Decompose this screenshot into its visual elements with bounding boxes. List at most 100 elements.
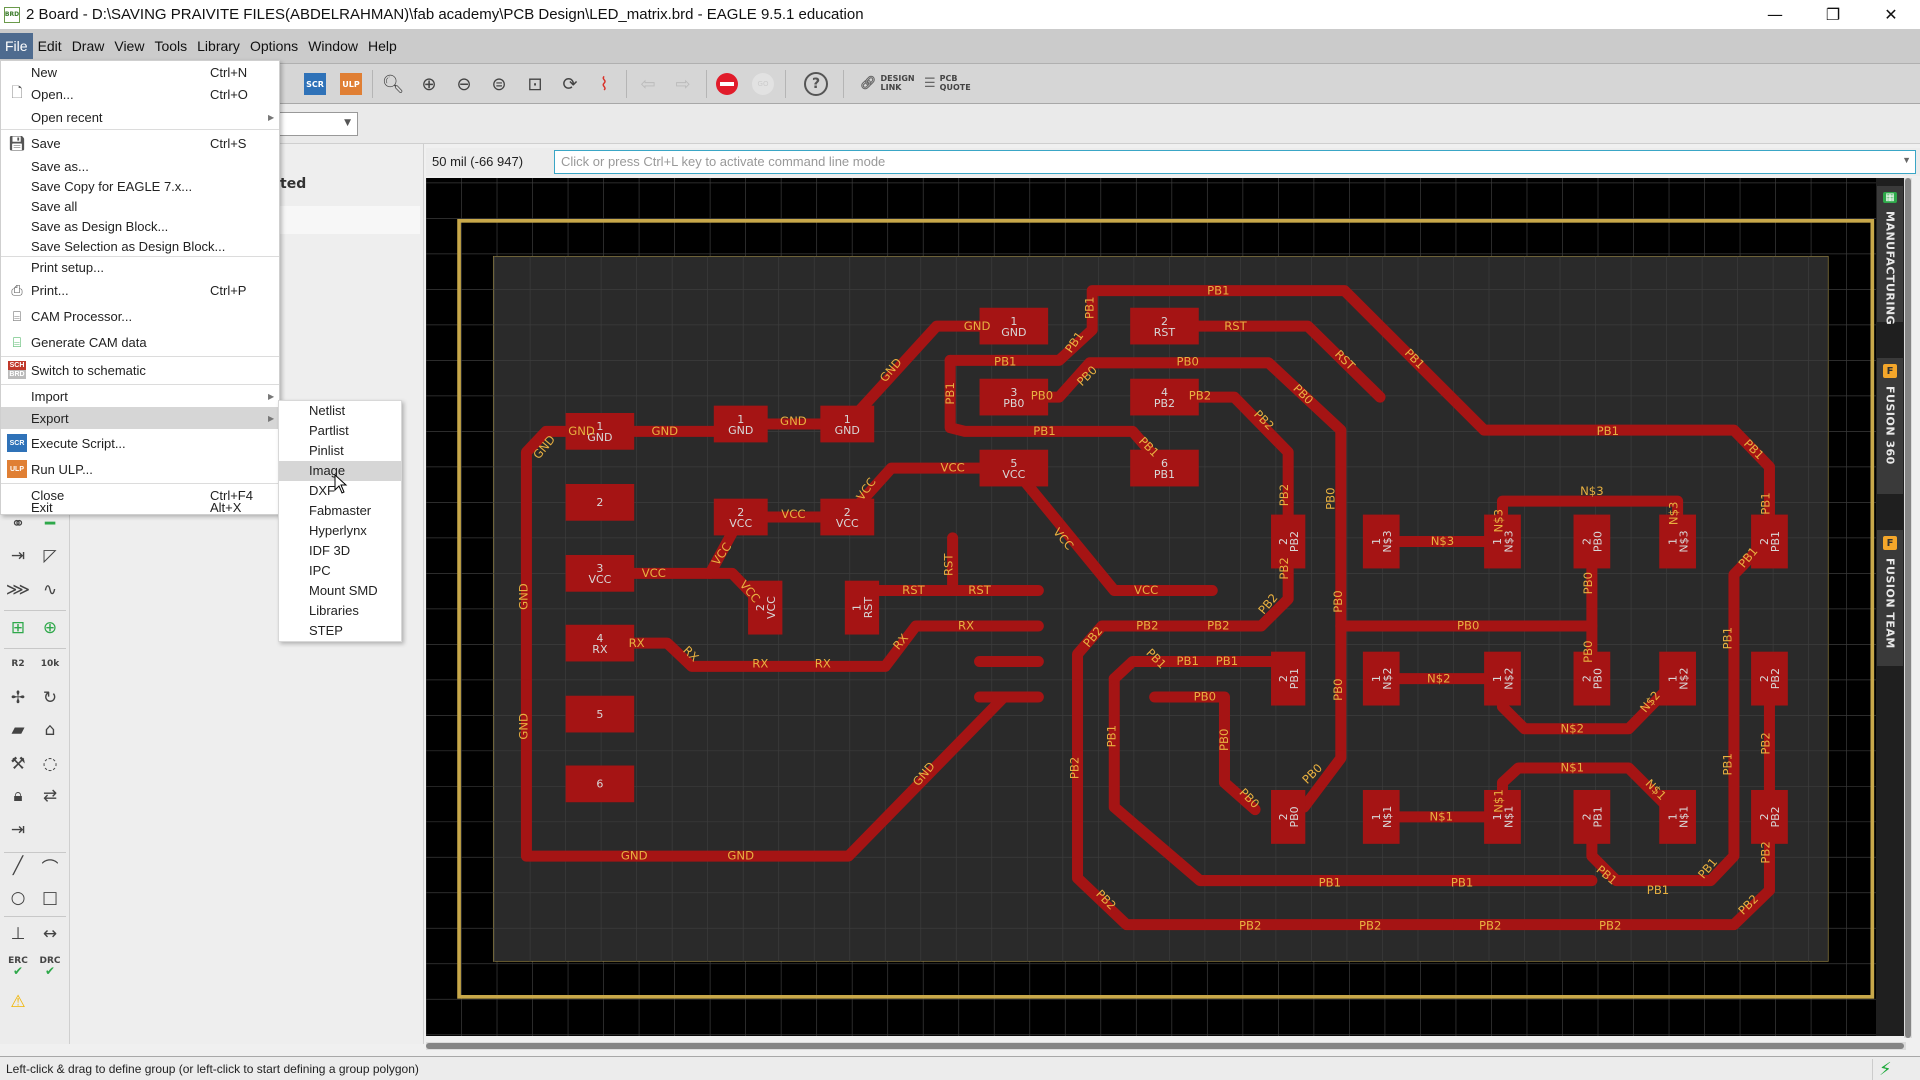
menu-item-print[interactable]: ⎙ Print... Ctrl+P bbox=[1, 278, 279, 302]
package-tool[interactable]: ▰ bbox=[4, 716, 32, 744]
erc-tool[interactable]: ERC ✔ bbox=[4, 952, 32, 980]
shortcut: Ctrl+P bbox=[210, 282, 247, 298]
lock-tool[interactable]: 🔒︎ bbox=[4, 782, 32, 810]
optimize-tool[interactable]: ◌ bbox=[36, 750, 64, 778]
add-gate-tool[interactable]: ⊕ bbox=[36, 614, 64, 642]
zoom-out-button[interactable]: ⊖ bbox=[450, 70, 478, 98]
menu-item-label: Open recent bbox=[31, 109, 103, 125]
join-tool[interactable]: ⇥ bbox=[4, 816, 32, 844]
menu-item-save-copy[interactable]: Save Copy for EAGLE 7.x... bbox=[1, 175, 279, 197]
ratsnest-button[interactable]: ⌇ bbox=[590, 70, 618, 98]
menu-item-new[interactable]: New Ctrl+N bbox=[1, 61, 279, 83]
menu-item-print-setup[interactable]: Print setup... bbox=[1, 256, 279, 278]
menu-view[interactable]: View bbox=[109, 33, 149, 59]
line-tool[interactable]: ╱ bbox=[4, 852, 32, 880]
minimize-button[interactable]: — bbox=[1746, 0, 1804, 29]
menu-file[interactable]: File bbox=[0, 33, 33, 59]
pinswap-tool[interactable]: ⇄ bbox=[36, 782, 64, 810]
menu-item-export[interactable]: Export ▶ bbox=[1, 407, 279, 429]
export-pinlist[interactable]: Pinlist bbox=[279, 441, 401, 461]
fanout-tool[interactable]: ⇥ bbox=[4, 542, 32, 570]
menu-item-run-ulp[interactable]: ULP Run ULP... bbox=[1, 456, 279, 482]
redraw-button[interactable]: ⟳ bbox=[556, 70, 584, 98]
zoom-fit-button[interactable]: 🔍︎ bbox=[379, 70, 407, 98]
menu-item-cam-processor[interactable]: ⌸ CAM Processor... bbox=[1, 303, 279, 329]
export-idf-3d[interactable]: IDF 3D bbox=[279, 541, 401, 561]
command-line-input[interactable]: Click or press Ctrl+L key to activate co… bbox=[554, 150, 1916, 174]
pad-label-line: VCC bbox=[588, 573, 611, 586]
chevron-down-icon[interactable]: ▼ bbox=[1902, 155, 1911, 165]
export-step[interactable]: STEP bbox=[279, 621, 401, 641]
menu-window[interactable]: Window bbox=[303, 33, 363, 59]
menu-options[interactable]: Options bbox=[245, 33, 303, 59]
menu-draw[interactable]: Draw bbox=[67, 33, 110, 59]
menu-item-switch-schematic[interactable]: SCH BRD Switch to schematic bbox=[1, 357, 279, 383]
zoom-last-button[interactable]: ⊜ bbox=[485, 70, 513, 98]
export-netlist[interactable]: Netlist bbox=[279, 401, 401, 421]
menu-item-execute-script[interactable]: SCR Execute Script... bbox=[1, 430, 279, 456]
menu-item-open[interactable]: 🗋 Open... Ctrl+O bbox=[1, 83, 279, 105]
board-canvas[interactable]: 1 GND 2 3 VCC 4 RX 5 6 1 GND 2 VCC 1 GND 2 VCC 2VCC 1RST 1 G… bbox=[426, 178, 1876, 1036]
meander-tool[interactable]: ∿ bbox=[36, 576, 64, 604]
lightning-icon[interactable]: ⚡ bbox=[1872, 1059, 1892, 1080]
menu-item-save-design-block[interactable]: Save as Design Block... bbox=[1, 215, 279, 237]
replace-tool[interactable]: ↻ bbox=[36, 684, 64, 712]
menu-edit[interactable]: Edit bbox=[33, 33, 67, 59]
menu-item-save[interactable]: 💾︎ Save Ctrl+S bbox=[1, 130, 279, 156]
panel-row[interactable] bbox=[280, 206, 420, 234]
menu-item-open-recent[interactable]: Open recent ▶ bbox=[1, 106, 279, 128]
name-tool[interactable]: R2 bbox=[4, 650, 32, 678]
export-ipc[interactable]: IPC bbox=[279, 561, 401, 581]
dimension-tool[interactable]: ↔ bbox=[36, 920, 64, 948]
undo-button[interactable]: ⇦ bbox=[634, 70, 662, 98]
value-tool[interactable]: 10k bbox=[36, 650, 64, 678]
ripup-tool[interactable]: ⋙ bbox=[4, 576, 32, 604]
menu-item-import[interactable]: Import ▶ bbox=[1, 385, 279, 407]
fusion-team-tab[interactable]: F FUSION TEAM bbox=[1877, 530, 1903, 666]
attribute-tool[interactable]: ⌂ bbox=[36, 716, 64, 744]
go-button[interactable]: GO bbox=[749, 70, 777, 98]
pcb-layout[interactable]: 1 GND23 VCC4 RX561 GND2 VCC1 GND2 VCC2VCC 1RST1 G… bbox=[426, 178, 1876, 1036]
horizontal-scrollbar[interactable] bbox=[426, 1042, 1906, 1050]
menu-help[interactable]: Help bbox=[363, 33, 402, 59]
export-mount-smd[interactable]: Mount SMD bbox=[279, 581, 401, 601]
menu-item-save-as[interactable]: Save as... bbox=[1, 155, 279, 177]
layer-select[interactable]: ▼ bbox=[278, 112, 358, 136]
menu-library[interactable]: Library bbox=[192, 33, 245, 59]
menu-item-exit[interactable]: Exit Alt+X bbox=[1, 500, 279, 516]
restore-button[interactable]: ❐ bbox=[1804, 0, 1862, 29]
redo-button[interactable]: ⇨ bbox=[669, 70, 697, 98]
menu-item-generate-cam[interactable]: ⌸ Generate CAM data bbox=[1, 329, 279, 355]
help-button[interactable]: ? bbox=[802, 70, 830, 98]
rectangle-tool[interactable]: □ bbox=[36, 884, 64, 912]
circle-tool[interactable]: ○ bbox=[4, 884, 32, 912]
drc-tool[interactable]: DRC ✔ bbox=[36, 952, 64, 980]
manufacturing-tab[interactable]: ▦ MANUFACTURING bbox=[1877, 186, 1903, 325]
menu-item-save-selection-design-block[interactable]: Save Selection as Design Block... bbox=[1, 235, 279, 257]
paint-tool[interactable]: ⚒ bbox=[4, 750, 32, 778]
menu-item-save-all[interactable]: Save all bbox=[1, 195, 279, 217]
errors-tool[interactable]: ⚠ bbox=[4, 988, 32, 1016]
zoom-in-button[interactable]: ⊕ bbox=[415, 70, 443, 98]
menu-tools[interactable]: Tools bbox=[149, 33, 192, 59]
scroll-thumb[interactable] bbox=[1905, 178, 1911, 1038]
scroll-thumb[interactable] bbox=[426, 1043, 1904, 1049]
design-link-button[interactable]: 🔗︎ DESIGN LINK bbox=[860, 74, 915, 92]
add-part-tool[interactable]: ⊞ bbox=[4, 614, 32, 642]
mark-tool[interactable]: ⊥ bbox=[4, 920, 32, 948]
run-ulp-button[interactable]: ULP bbox=[337, 70, 365, 98]
miter-tool[interactable]: ◸ bbox=[36, 542, 64, 570]
export-libraries[interactable]: Libraries bbox=[279, 601, 401, 621]
vertical-scrollbar[interactable] bbox=[1904, 178, 1912, 1038]
zoom-select-button[interactable]: ⊡ bbox=[521, 70, 549, 98]
export-fabmaster[interactable]: Fabmaster bbox=[279, 501, 401, 521]
close-button[interactable]: ✕ bbox=[1862, 0, 1920, 29]
stop-button[interactable] bbox=[713, 70, 741, 98]
smash-tool[interactable]: ✢ bbox=[4, 684, 32, 712]
pcb-quote-button[interactable]: ☰ PCB QUOTE bbox=[924, 74, 971, 92]
export-hyperlynx[interactable]: Hyperlynx bbox=[279, 521, 401, 541]
export-partlist[interactable]: Partlist bbox=[279, 421, 401, 441]
fusion-360-tab[interactable]: F FUSION 360 bbox=[1877, 358, 1903, 494]
execute-script-button[interactable]: SCR bbox=[301, 70, 329, 98]
arc-tool[interactable]: ⌒ bbox=[36, 852, 64, 880]
